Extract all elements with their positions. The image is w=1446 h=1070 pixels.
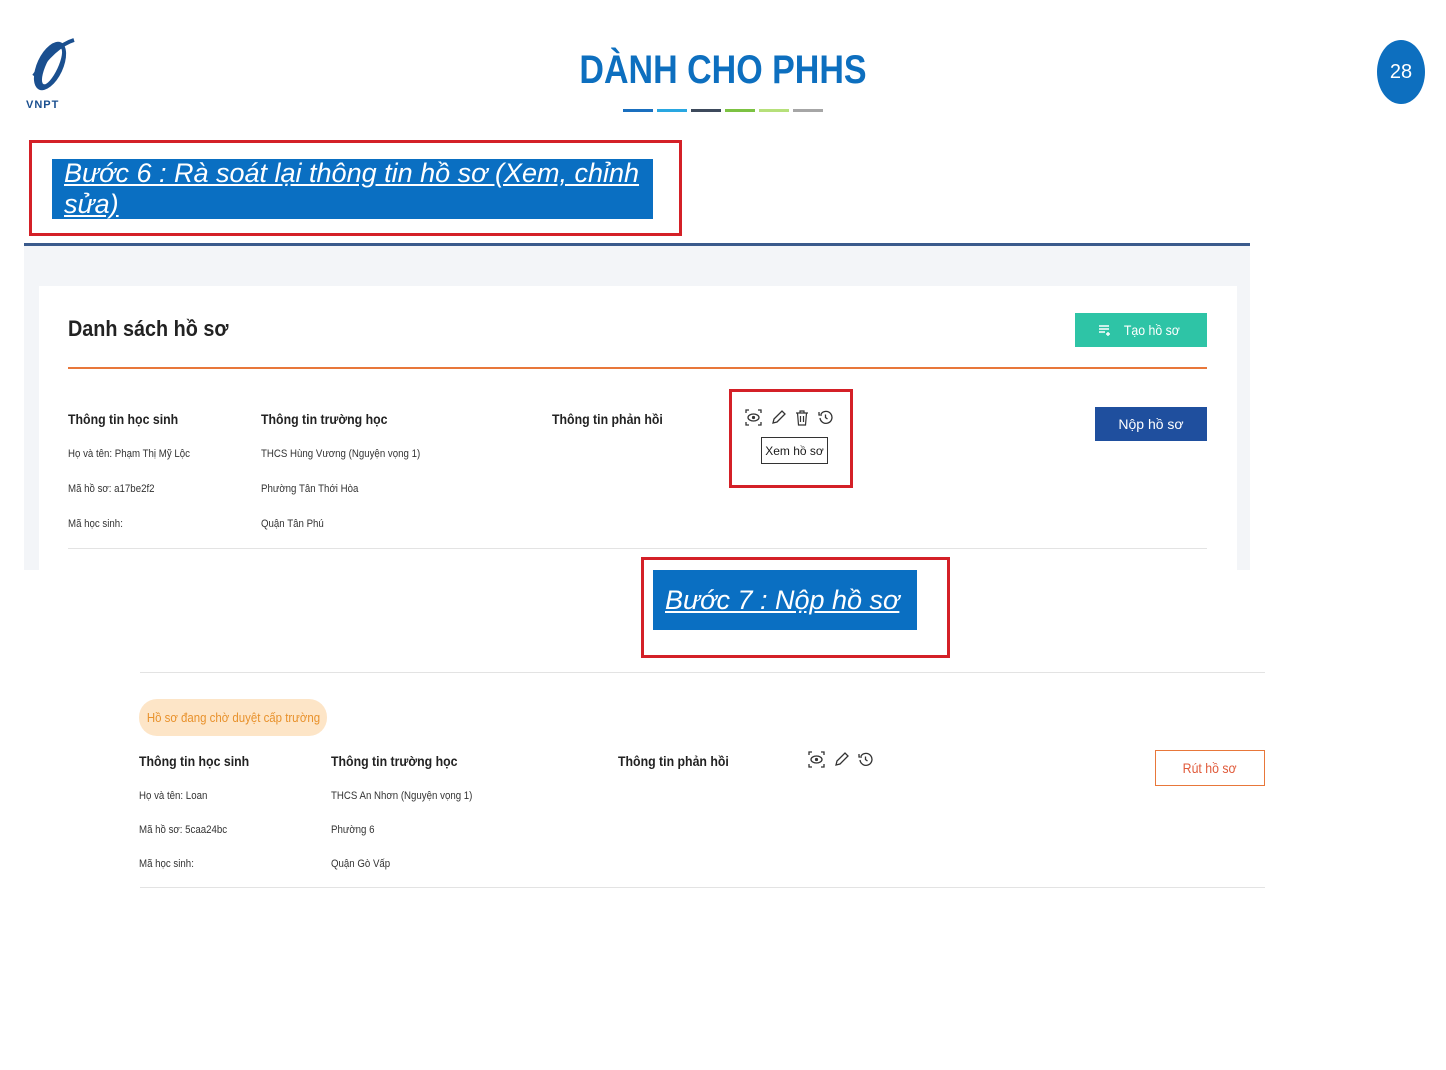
create-list-icon — [1099, 325, 1111, 336]
underline-segment — [623, 109, 653, 112]
school-district: Quận Tân Phú — [261, 518, 324, 530]
title-underline — [623, 109, 823, 112]
student-name: Họ và tên: Loan — [139, 790, 208, 802]
underline-segment — [691, 109, 721, 112]
withdraw-record-label: Rút hồ sơ — [1183, 760, 1237, 776]
underline-segment — [793, 109, 823, 112]
withdraw-record-button[interactable]: Rút hồ sơ — [1155, 750, 1265, 786]
column-header-feedback: Thông tin phản hồi — [618, 753, 729, 769]
column-header-student: Thông tin học sinh — [139, 753, 250, 769]
school-name: THCS An Nhơn (Nguyện vọng 1) — [331, 790, 473, 802]
logo-text: VNPT — [26, 99, 60, 111]
record-code: Mã hồ sơ: a17be2f2 — [68, 483, 155, 495]
record-actions — [808, 751, 873, 768]
edit-pencil-icon[interactable] — [834, 752, 849, 767]
status-badge-label: Hồ sơ đang chờ duyệt cấp trường — [146, 710, 320, 725]
page-number-badge: 28 — [1377, 40, 1425, 104]
column-header-school: Thông tin trường học — [331, 753, 458, 769]
step7-label: Bước 7 : Nộp hồ sơ — [653, 570, 917, 630]
view-eye-icon[interactable] — [808, 751, 825, 768]
school-district: Quận Gò Vấp — [331, 858, 391, 870]
row-divider — [140, 672, 1265, 673]
create-record-button[interactable]: Tạo hồ sơ — [1075, 313, 1207, 347]
underline-segment — [725, 109, 755, 112]
list-title: Danh sách hồ sơ — [68, 316, 229, 341]
student-code: Mã học sinh: — [139, 858, 194, 870]
underline-segment — [657, 109, 687, 112]
submit-record-button[interactable]: Nộp hồ sơ — [1095, 407, 1207, 441]
row-divider — [140, 887, 1265, 888]
student-code: Mã học sinh: — [68, 518, 123, 530]
row-divider — [68, 548, 1207, 549]
step6-label: Bước 6 : Rà soát lại thông tin hồ sơ (Xe… — [52, 158, 653, 219]
page-title: DÀNH CHO PHHS — [579, 48, 867, 92]
school-ward: Phường Tân Thới Hòa — [261, 483, 359, 495]
record-code: Mã hồ sơ: 5caa24bc — [139, 824, 228, 836]
column-header-feedback: Thông tin phản hồi — [552, 411, 663, 427]
view-record-tooltip: Xem hồ sơ — [761, 437, 828, 464]
card-header-divider — [68, 367, 1207, 369]
school-name: THCS Hùng Vương (Nguyện vọng 1) — [261, 448, 421, 460]
history-icon[interactable] — [858, 752, 873, 767]
column-header-school: Thông tin trường học — [261, 411, 388, 427]
column-header-student: Thông tin học sinh — [68, 411, 179, 427]
school-ward: Phường 6 — [331, 824, 375, 836]
student-name: Họ và tên: Phạm Thị Mỹ Lộc — [68, 448, 190, 460]
underline-segment — [759, 109, 789, 112]
status-badge: Hồ sơ đang chờ duyệt cấp trường — [139, 699, 327, 736]
create-record-label: Tạo hồ sơ — [1123, 322, 1181, 338]
